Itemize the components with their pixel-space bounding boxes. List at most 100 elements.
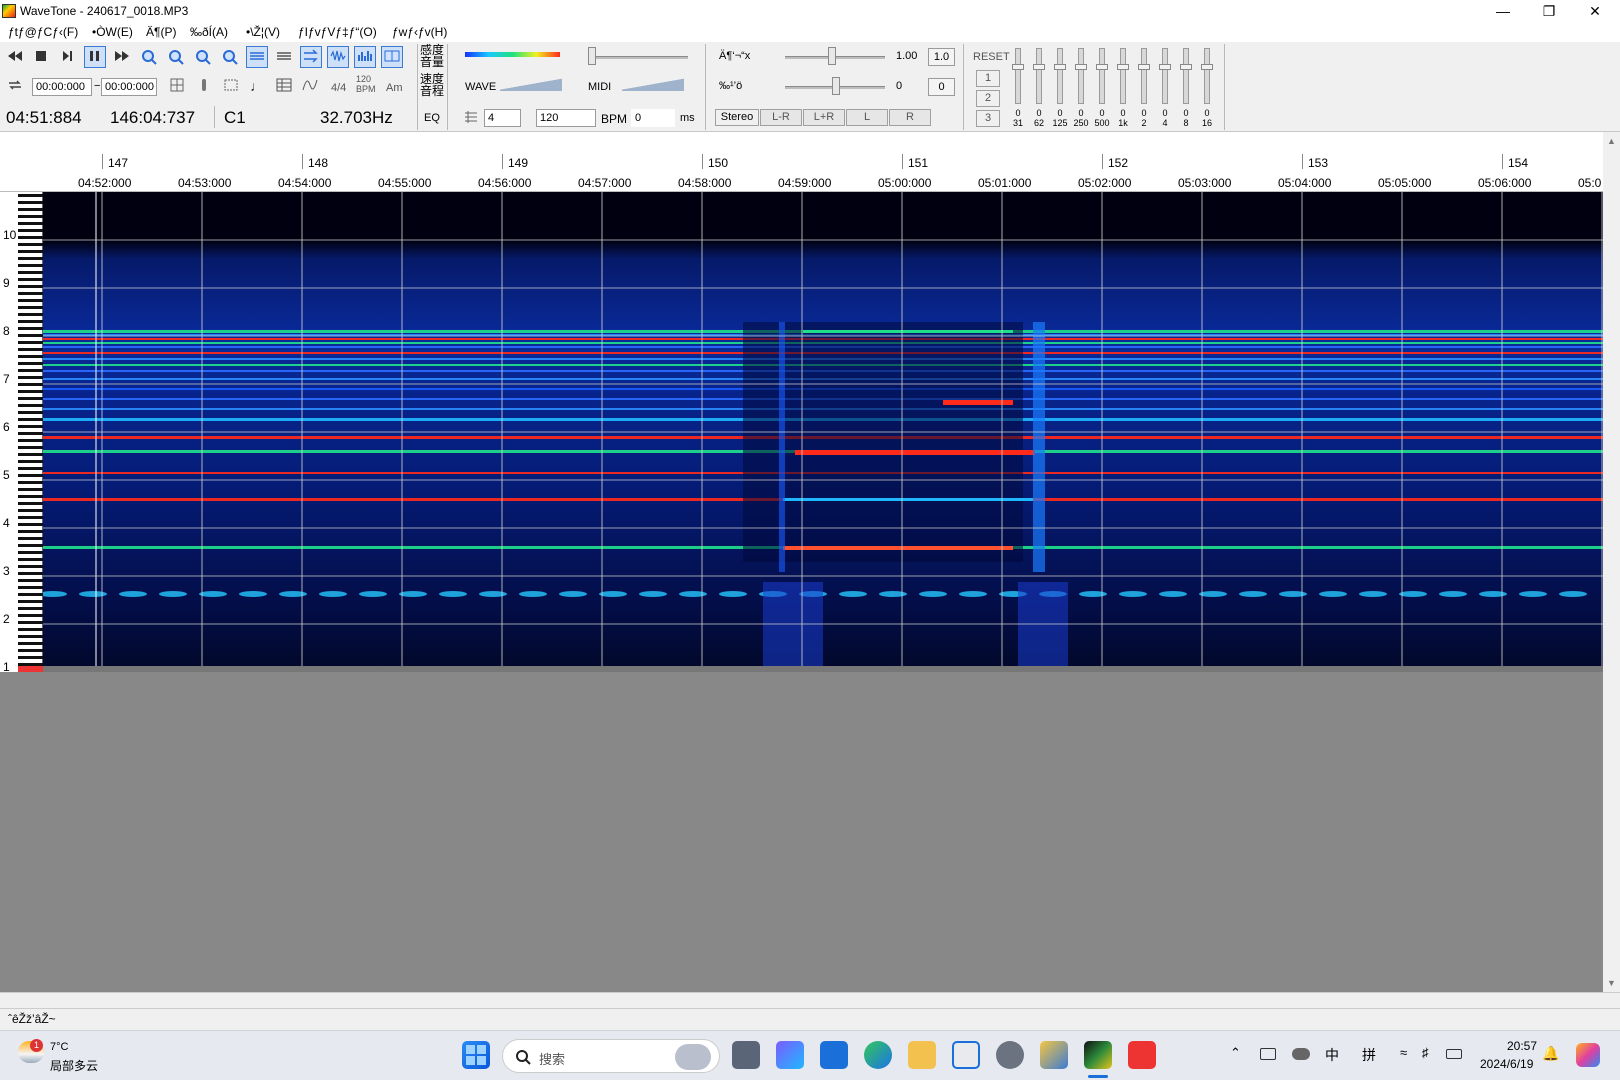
piano-black-key[interactable] xyxy=(18,411,43,414)
piano-black-key[interactable] xyxy=(18,397,43,400)
piano-black-key[interactable] xyxy=(18,572,43,575)
piano-black-key[interactable] xyxy=(18,201,43,204)
piano-black-key[interactable] xyxy=(18,236,43,239)
zoom-in-h-icon[interactable] xyxy=(138,46,160,68)
piano-black-key[interactable] xyxy=(18,558,43,561)
start-icon[interactable] xyxy=(462,1041,490,1069)
piano-black-key[interactable] xyxy=(18,299,43,302)
copilot-app-icon[interactable] xyxy=(776,1041,804,1069)
tray-display-icon[interactable] xyxy=(1260,1048,1276,1060)
pause-button[interactable] xyxy=(84,46,106,68)
select-icon[interactable] xyxy=(220,75,242,97)
eq-fader-knob[interactable] xyxy=(1180,64,1192,70)
volume-icon[interactable]: ♯ xyxy=(1422,1045,1429,1060)
piano-black-key[interactable] xyxy=(18,341,43,344)
piano-black-key[interactable] xyxy=(18,222,43,225)
play-button[interactable] xyxy=(57,46,79,68)
curve-icon[interactable] xyxy=(299,75,321,97)
piano-black-key[interactable] xyxy=(18,614,43,617)
file-explorer-icon[interactable] xyxy=(908,1041,936,1069)
piano-black-key[interactable] xyxy=(18,635,43,638)
eq-preset-3[interactable]: 3 xyxy=(976,110,1000,127)
eq-fader-knob[interactable] xyxy=(1159,64,1171,70)
piano-black-key[interactable] xyxy=(18,292,43,295)
wave-view-icon[interactable] xyxy=(327,46,349,68)
store-icon[interactable] xyxy=(952,1041,980,1069)
eq-fader-4[interactable] xyxy=(1162,48,1168,104)
stop-button[interactable] xyxy=(30,46,52,68)
piano-black-key[interactable] xyxy=(18,278,43,281)
scroll-down-icon[interactable]: ▼ xyxy=(1607,978,1616,988)
split-bar[interactable] xyxy=(0,992,1620,1008)
beat-field[interactable]: 4 xyxy=(484,109,521,127)
fast-forward-button[interactable] xyxy=(111,46,133,68)
piano-black-key[interactable] xyxy=(18,334,43,337)
piano-black-key[interactable] xyxy=(18,306,43,309)
piano-black-key[interactable] xyxy=(18,355,43,358)
eq-fader-16[interactable] xyxy=(1204,48,1210,104)
note-icon[interactable]: ♩ xyxy=(246,75,268,97)
menu-analyze[interactable]: ‰ðÍ(A) xyxy=(190,25,228,39)
pitch-box[interactable]: 0 xyxy=(928,78,955,96)
eq-preset-2[interactable]: 2 xyxy=(976,90,1000,107)
piano-black-key[interactable] xyxy=(18,663,43,666)
piano-black-key[interactable] xyxy=(18,215,43,218)
piano-black-key[interactable] xyxy=(18,425,43,428)
piano-black-key[interactable] xyxy=(18,621,43,624)
eq-fader-250[interactable] xyxy=(1078,48,1084,104)
minimize-button[interactable]: — xyxy=(1480,0,1526,22)
piano-black-key[interactable] xyxy=(18,607,43,610)
recorder-icon[interactable] xyxy=(1128,1041,1156,1069)
wave-volume-ramp[interactable] xyxy=(500,77,562,91)
eq-fader-31[interactable] xyxy=(1015,48,1021,104)
pitch-slider-thumb[interactable] xyxy=(832,77,840,95)
piano-black-key[interactable] xyxy=(18,537,43,540)
offset-field[interactable]: 0 xyxy=(631,109,675,127)
piano-black-key[interactable] xyxy=(18,257,43,260)
piano-black-key[interactable] xyxy=(18,376,43,379)
piano-black-key[interactable] xyxy=(18,474,43,477)
beat-grid-icon[interactable] xyxy=(460,107,482,129)
tray-overflow-icon[interactable]: ⌃ xyxy=(1230,1045,1241,1061)
piano-black-key[interactable] xyxy=(18,460,43,463)
eq-fader-knob[interactable] xyxy=(1075,64,1087,70)
eq-fader-knob[interactable] xyxy=(1054,64,1066,70)
mail-icon[interactable] xyxy=(820,1041,848,1069)
piano-black-key[interactable] xyxy=(18,285,43,288)
menu-options[interactable]: ƒIƒvƒVƒ‡ƒ“(O) xyxy=(298,25,377,39)
task-view-icon[interactable] xyxy=(732,1041,760,1069)
piano-black-key[interactable] xyxy=(18,551,43,554)
notification-icon[interactable]: 🔔 xyxy=(1542,1045,1559,1062)
copilot-icon[interactable] xyxy=(1576,1043,1600,1067)
piano-black-key[interactable] xyxy=(18,439,43,442)
piano-black-key[interactable] xyxy=(18,656,43,659)
edge-icon[interactable] xyxy=(864,1041,892,1069)
fit-vertical-icon[interactable] xyxy=(273,46,295,68)
pin-icon[interactable] xyxy=(193,75,215,97)
weather-desc[interactable]: 局部多云 xyxy=(50,1057,98,1074)
speed-box[interactable]: 1.0 xyxy=(928,48,955,66)
menu-edit[interactable]: •ÒW(E) xyxy=(92,25,133,39)
loop-icon[interactable] xyxy=(4,75,26,97)
loop-end-field[interactable]: 00:00:000 xyxy=(101,78,157,96)
eq-fader-knob[interactable] xyxy=(1033,64,1045,70)
piano-black-key[interactable] xyxy=(18,481,43,484)
piano-black-key[interactable] xyxy=(18,390,43,393)
wavetone-taskbar-icon[interactable] xyxy=(1084,1041,1112,1069)
restore-button[interactable]: ❐ xyxy=(1526,0,1572,22)
stereo-button[interactable]: Stereo xyxy=(715,109,759,126)
eq-preset-1[interactable]: 1 xyxy=(976,70,1000,87)
channel-lr-sum-button[interactable]: L+R xyxy=(803,109,845,126)
piano-black-key[interactable] xyxy=(18,320,43,323)
piano-black-key[interactable] xyxy=(18,194,43,197)
ime-language[interactable]: 中 xyxy=(1325,1045,1339,1065)
vertical-scrollbar[interactable]: ▲ ▼ xyxy=(1603,132,1620,992)
zoom-out-h-icon[interactable] xyxy=(165,46,187,68)
eq-fader-125[interactable] xyxy=(1057,48,1063,104)
piano-black-key[interactable] xyxy=(18,383,43,386)
piano-black-key[interactable] xyxy=(18,579,43,582)
taskbar-search[interactable]: 搜索 xyxy=(502,1039,720,1073)
menu-view[interactable]: •\Ž¦(V) xyxy=(246,25,280,39)
piano-black-key[interactable] xyxy=(18,628,43,631)
menu-help[interactable]: ƒwƒ‹ƒv(H) xyxy=(392,25,447,39)
